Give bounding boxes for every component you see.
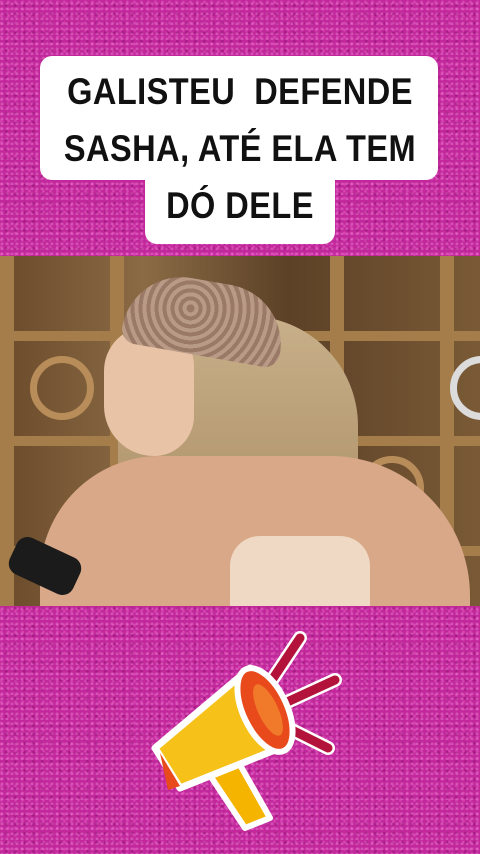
decor-ring (30, 356, 94, 420)
person-top (230, 536, 370, 606)
video-frame[interactable] (0, 256, 480, 606)
megaphone-icon (151, 631, 342, 831)
caption-line-3: DÓ DELE (166, 185, 314, 226)
caption-line-1: GALISTEU DEFENDE (67, 71, 413, 112)
decor-ring (450, 356, 480, 420)
caption-line-2: SASHA, ATÉ ELA TEM (63, 128, 417, 169)
